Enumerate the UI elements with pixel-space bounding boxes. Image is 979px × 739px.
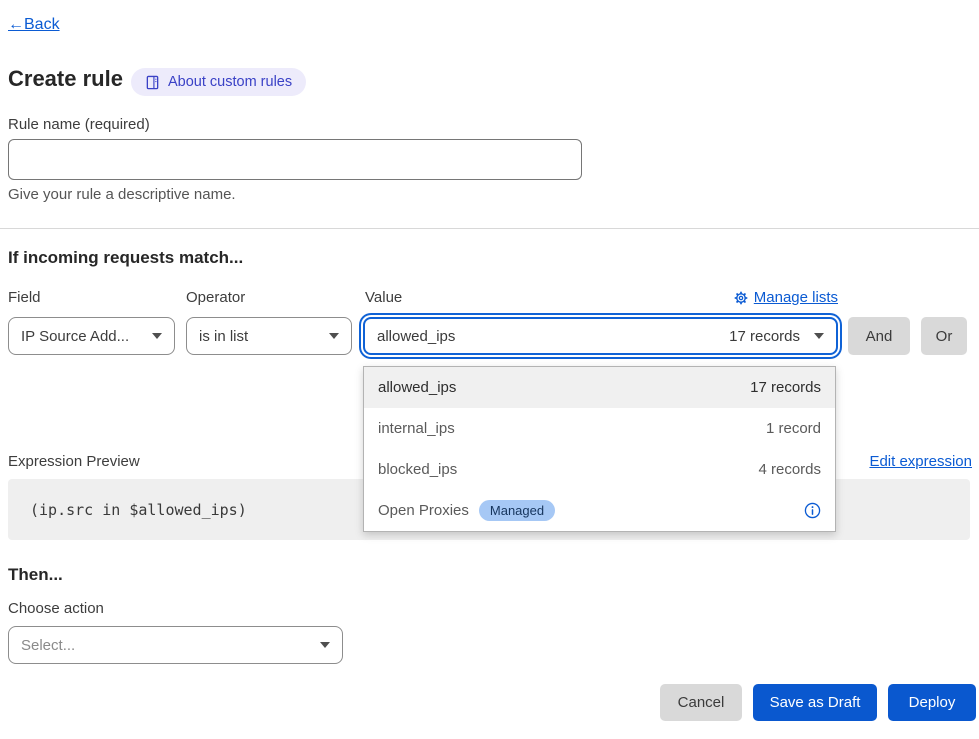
section-divider [0,228,979,229]
action-select-placeholder: Select... [21,637,75,654]
list-option-open-proxies[interactable]: Open Proxies Managed [364,490,835,531]
field-select[interactable]: IP Source Add... [8,317,175,355]
list-option-name: Open Proxies [378,502,469,519]
list-option-meta: 17 records [750,379,821,396]
book-icon [145,75,160,90]
chevron-down-icon [329,333,339,339]
list-option-name: internal_ips [378,420,455,437]
value-record-count: 17 records [729,328,800,345]
back-link[interactable]: ←Back [8,16,60,34]
value-combobox[interactable]: allowed_ips 17 records [363,317,838,355]
about-badge-label: About custom rules [168,74,292,90]
rule-name-label: Rule name (required) [8,116,150,133]
cancel-button[interactable]: Cancel [660,684,742,721]
managed-badge: Managed [479,500,555,521]
list-option-meta: 4 records [758,461,821,478]
chevron-down-icon [152,333,162,339]
edit-expression-link[interactable]: Edit expression [869,453,972,470]
field-label: Field [8,289,41,306]
field-select-value: IP Source Add... [21,328,129,345]
deploy-button[interactable]: Deploy [888,684,976,721]
rule-name-helper: Give your rule a descriptive name. [8,186,236,203]
action-select[interactable]: Select... [8,626,343,664]
rule-name-input[interactable] [8,139,582,180]
list-option-blocked-ips[interactable]: blocked_ips 4 records [364,449,835,490]
chevron-down-icon [320,642,330,648]
back-arrow-icon: ← [8,16,24,33]
operator-select-value: is in list [199,328,248,345]
manage-lists-label: Manage lists [754,289,838,306]
expression-code: (ip.src in $allowed_ips) [30,501,247,519]
expression-preview-label: Expression Preview [8,453,140,470]
list-option-internal-ips[interactable]: internal_ips 1 record [364,408,835,449]
chevron-down-icon [814,333,824,339]
list-option-name: allowed_ips [378,379,456,396]
and-button[interactable]: And [848,317,910,355]
page-title: Create rule [8,66,123,92]
lists-dropdown: allowed_ips 17 records internal_ips 1 re… [363,366,836,532]
info-icon[interactable] [804,502,821,519]
create-rule-page: ←Back Create rule About custom rules Rul… [0,0,979,739]
manage-lists-link[interactable]: Manage lists [680,289,838,306]
value-selected: allowed_ips [377,328,455,345]
choose-action-label: Choose action [8,600,104,617]
match-section-heading: If incoming requests match... [8,248,243,268]
operator-label: Operator [186,289,245,306]
about-custom-rules-badge[interactable]: About custom rules [131,68,306,96]
back-label: Back [24,16,60,33]
operator-select[interactable]: is in list [186,317,352,355]
or-button[interactable]: Or [921,317,967,355]
value-label: Value [365,289,402,306]
list-option-allowed-ips[interactable]: allowed_ips 17 records [364,367,835,408]
list-option-meta: 1 record [766,420,821,437]
save-as-draft-button[interactable]: Save as Draft [753,684,877,721]
gear-icon [734,291,748,305]
list-option-name: blocked_ips [378,461,457,478]
then-section-heading: Then... [8,565,63,585]
